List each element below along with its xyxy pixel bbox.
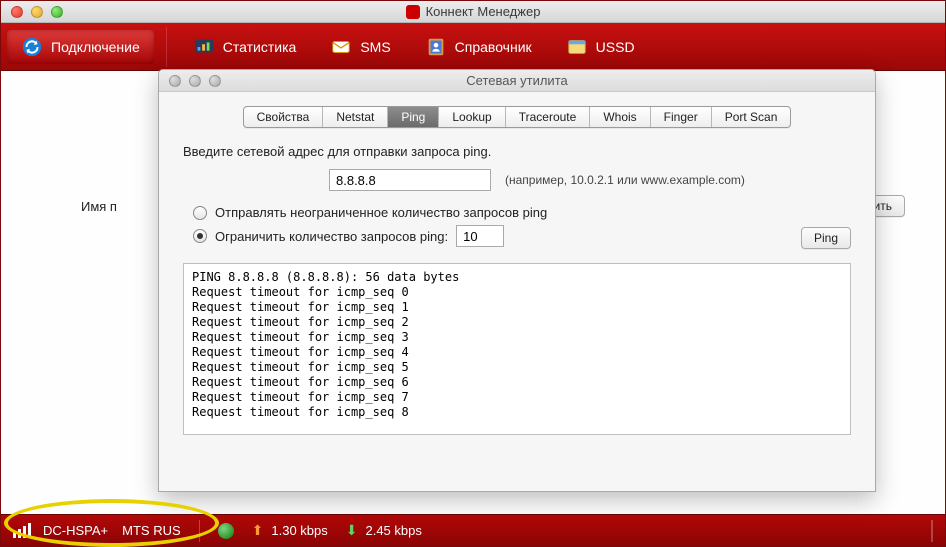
address-hint: (например, 10.0.2.1 или www.example.com) [505, 173, 745, 187]
radio-limited[interactable] [193, 229, 207, 243]
statusbar-end-sep [931, 520, 933, 542]
radio-unlimited-label: Отправлять неограниченное количество зап… [215, 205, 547, 220]
refresh-icon [21, 36, 43, 58]
toolbar-directory-label: Справочник [455, 39, 532, 55]
tab-control: Свойства Netstat Ping Lookup Traceroute … [243, 106, 792, 128]
toolbar-stats-label: Статистика [223, 39, 297, 55]
zoom-icon[interactable] [209, 75, 221, 87]
window-title-text: Коннект Менеджер [426, 4, 541, 19]
download-speed: 2.45 kbps [365, 523, 421, 538]
radio-unlimited-row[interactable]: Отправлять неограниченное количество зап… [193, 205, 851, 220]
toolbar-stats[interactable]: Статистика [179, 30, 311, 64]
upload-arrow-icon: ⬆ [252, 522, 264, 539]
utility-traffic-lights [169, 75, 221, 87]
zoom-icon[interactable] [51, 6, 63, 18]
tab-info[interactable]: Свойства [244, 107, 324, 127]
close-icon[interactable] [11, 6, 23, 18]
tab-whois[interactable]: Whois [590, 107, 650, 127]
toolbar-connect-label: Подключение [51, 39, 140, 55]
statusbar-separator [199, 520, 200, 542]
window-icon [566, 36, 588, 58]
address-row: (например, 10.0.2.1 или www.example.com) [183, 169, 851, 191]
tab-portscan[interactable]: Port Scan [712, 107, 791, 127]
toolbar-sms[interactable]: SMS [316, 30, 404, 64]
status-bar: DC-HSPA+ MTS RUS ⬆ 1.30 kbps ⬇ 2.45 kbps [1, 514, 945, 546]
operator-name: MTS RUS [122, 523, 181, 538]
app-icon [406, 5, 420, 19]
ping-options: Отправлять неограниченное количество зап… [193, 205, 851, 247]
radio-unlimited[interactable] [193, 206, 207, 220]
utility-titlebar: Сетевая утилита [159, 70, 875, 92]
utility-title: Сетевая утилита [159, 73, 875, 88]
ping-prompt: Введите сетевой адрес для отправки запро… [183, 144, 851, 159]
ping-address-input[interactable] [329, 169, 491, 191]
toolbar-sms-label: SMS [360, 39, 390, 55]
ping-button[interactable]: Ping [801, 227, 851, 249]
tab-lookup[interactable]: Lookup [439, 107, 505, 127]
close-icon[interactable] [169, 75, 181, 87]
chart-icon [193, 36, 215, 58]
tab-netstat[interactable]: Netstat [323, 107, 388, 127]
tab-ping[interactable]: Ping [388, 107, 439, 127]
radio-limited-label: Ограничить количество запросов ping: [215, 229, 448, 244]
network-utility-window: Сетевая утилита Свойства Netstat Ping Lo… [158, 69, 876, 492]
toolbar-ussd-label: USSD [596, 39, 635, 55]
envelope-icon [330, 36, 352, 58]
toolbar-separator [166, 27, 167, 67]
ping-count-input[interactable] [456, 225, 504, 247]
upload-speed: 1.30 kbps [271, 523, 327, 538]
main-titlebar: Коннект Менеджер [1, 1, 945, 23]
signal-icon [13, 523, 31, 538]
addressbook-icon [425, 36, 447, 58]
ping-output[interactable]: PING 8.8.8.8 (8.8.8.8): 56 data bytes Re… [183, 263, 851, 435]
window-title: Коннект Менеджер [1, 4, 945, 19]
utility-tabbar: Свойства Netstat Ping Lookup Traceroute … [159, 92, 875, 138]
minimize-icon[interactable] [31, 6, 43, 18]
minimize-icon[interactable] [189, 75, 201, 87]
toolbar-ussd[interactable]: USSD [552, 30, 649, 64]
network-type: DC-HSPA+ [43, 523, 108, 538]
globe-icon [218, 523, 234, 539]
tab-finger[interactable]: Finger [651, 107, 712, 127]
radio-limited-row[interactable]: Ограничить количество запросов ping: [193, 225, 851, 247]
name-label: Имя п [81, 199, 117, 214]
ping-panel: Введите сетевой адрес для отправки запро… [159, 138, 875, 445]
toolbar-connect[interactable]: Подключение [7, 30, 154, 64]
traffic-lights [11, 6, 63, 18]
download-arrow-icon: ⬇ [346, 522, 358, 539]
tab-traceroute[interactable]: Traceroute [506, 107, 591, 127]
toolbar-directory[interactable]: Справочник [411, 30, 546, 64]
main-toolbar: Подключение Статистика SMS Справочник U [1, 23, 945, 71]
